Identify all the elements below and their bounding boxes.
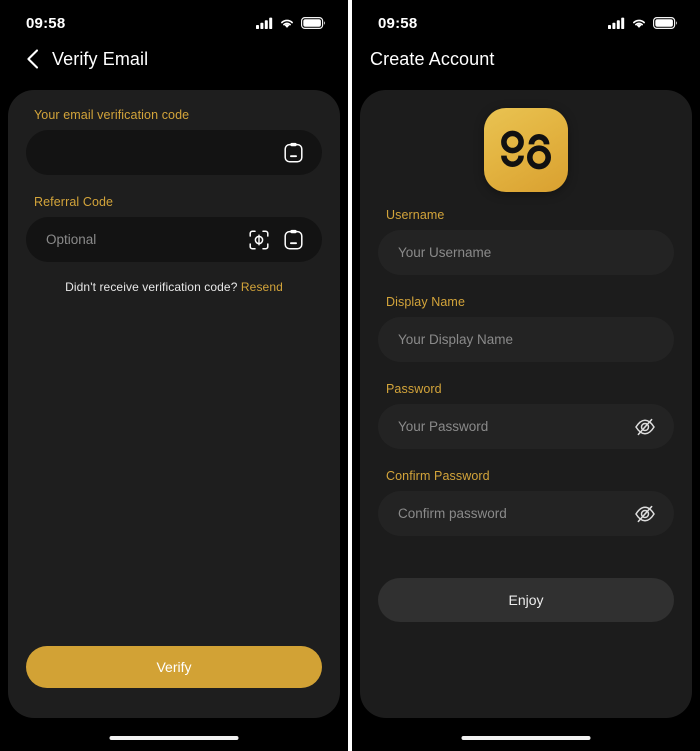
referral-code-input[interactable]: Optional	[26, 217, 322, 262]
scan-code-icon[interactable]	[248, 229, 270, 251]
referral-code-icons	[248, 229, 308, 251]
verification-code-icons	[282, 142, 308, 164]
paste-clipboard-icon[interactable]	[282, 142, 304, 164]
phone-screen-verify-email: 09:58 Verify Email Your email verificati…	[0, 0, 348, 751]
status-time: 09:58	[378, 14, 418, 32]
wifi-icon	[633, 19, 645, 28]
verify-email-card-content: Your email verification code Referral Co…	[8, 90, 340, 718]
nav-header-right: Create Account	[352, 36, 700, 82]
referral-code-placeholder: Optional	[46, 232, 97, 247]
create-account-card: Username Your Username Display Name Your…	[360, 90, 692, 718]
resend-prompt: Didn't receive verification code?	[65, 280, 238, 294]
wifi-icon	[281, 19, 293, 28]
confirm-password-icons	[634, 503, 660, 525]
username-input[interactable]: Your Username	[378, 230, 674, 275]
page-title: Create Account	[370, 48, 495, 69]
cellular-signal-icon	[256, 17, 273, 29]
username-label: Username	[386, 208, 445, 222]
cellular-signal-icon	[608, 17, 625, 29]
back-chevron-icon[interactable]	[22, 48, 42, 70]
status-time: 09:58	[26, 14, 66, 32]
status-icon-group	[608, 17, 678, 29]
battery-icon	[653, 17, 677, 29]
verification-code-input[interactable]	[26, 130, 322, 175]
page-title: Verify Email	[52, 48, 149, 69]
password-label: Password	[386, 382, 442, 396]
resend-link[interactable]: Resend	[241, 280, 283, 294]
app-logo-icon	[484, 108, 568, 192]
enjoy-submit-button[interactable]: Enjoy	[378, 578, 674, 622]
confirm-password-placeholder: Confirm password	[398, 506, 507, 521]
status-bar-left: 09:58	[0, 0, 348, 36]
nav-header-left: Verify Email	[0, 36, 348, 82]
phone-screen-create-account: 09:58 Create Account Username Your Usern…	[352, 0, 700, 751]
display-name-input[interactable]: Your Display Name	[378, 317, 674, 362]
confirm-password-label: Confirm Password	[386, 469, 490, 483]
verification-code-label: Your email verification code	[34, 108, 190, 122]
logo-row	[378, 94, 674, 208]
password-input[interactable]: Your Password	[378, 404, 674, 449]
display-name-label: Display Name	[386, 295, 466, 309]
eye-off-icon[interactable]	[634, 416, 656, 438]
password-placeholder: Your Password	[398, 419, 489, 434]
referral-code-label: Referral Code	[34, 195, 114, 209]
paste-clipboard-icon[interactable]	[282, 229, 304, 251]
home-indicator-right[interactable]	[461, 736, 591, 740]
home-indicator-left[interactable]	[109, 736, 239, 740]
battery-icon	[301, 17, 325, 29]
status-icon-group	[256, 17, 326, 29]
resend-row: Didn't receive verification code? Resend	[26, 280, 322, 294]
dual-phone-screenshot: 09:58 Verify Email Your email verificati…	[0, 0, 700, 751]
create-account-card-content: Username Your Username Display Name Your…	[360, 90, 692, 718]
password-icons	[634, 416, 660, 438]
verify-button[interactable]: Verify	[26, 646, 322, 688]
username-placeholder: Your Username	[398, 245, 492, 260]
confirm-password-input[interactable]: Confirm password	[378, 491, 674, 536]
verify-email-card: Your email verification code Referral Co…	[8, 90, 340, 718]
display-name-placeholder: Your Display Name	[398, 332, 514, 347]
eye-off-icon[interactable]	[634, 503, 656, 525]
status-bar-right: 09:58	[352, 0, 700, 36]
